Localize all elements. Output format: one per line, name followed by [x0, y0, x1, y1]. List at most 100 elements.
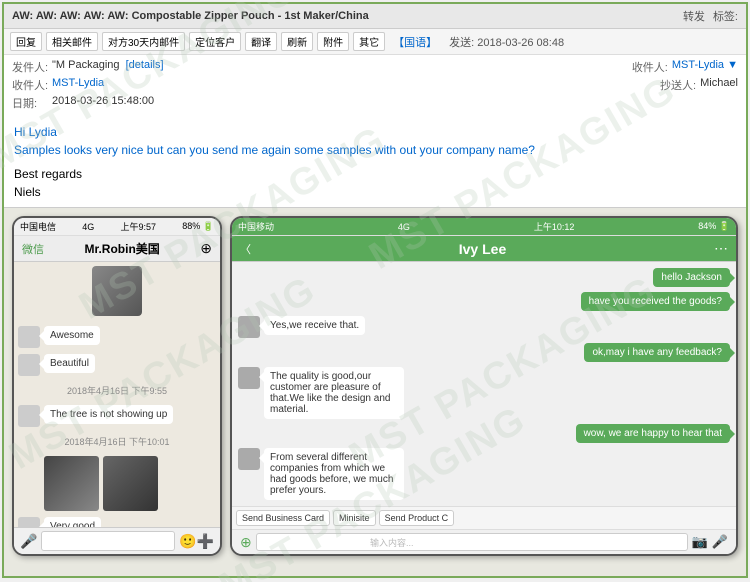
left-avatar-3 — [18, 405, 40, 427]
left-chat-body: Awesome Beautiful 2018年4月16日 下午9:55 The … — [14, 262, 220, 527]
right-avatar-3 — [238, 448, 260, 470]
email-subject: AW: AW: AW: AW: AW: Compostable Zipper P… — [12, 10, 369, 22]
more-button[interactable]: 其它 — [353, 32, 385, 51]
left-product-images — [44, 456, 216, 511]
date-row: 日期: 2018-03-26 15:48:00 — [12, 95, 738, 111]
left-bubble-1: Awesome — [44, 326, 100, 345]
email-toolbar: 回复 相关邮件 对方30天内邮件 定位客户 翻译 刷新 附件 其它 【国语】 发… — [4, 29, 746, 55]
right-net: 4G — [398, 222, 410, 232]
left-product-img-1 — [44, 456, 99, 511]
right-plus-icon[interactable]: ⊕ — [240, 534, 252, 551]
send-product-btn[interactable]: Send Product C — [379, 510, 455, 526]
right-camera-icon[interactable]: 📷 — [692, 534, 708, 550]
date-label: 日期: — [12, 95, 52, 111]
to-inline-label: 收件人: — [632, 59, 668, 75]
recipients-row: 收件人: MST-Lydia 抄送人: Michael — [12, 77, 738, 93]
phone-right: 中国移动 4G 上午10:12 84% 🔋 〈 Ivy Lee ⋯ hello … — [230, 216, 738, 556]
reply-button[interactable]: 回复 — [10, 32, 42, 51]
left-bubble-3: The tree is not showing up — [44, 405, 173, 424]
left-time: 上午9:57 — [120, 220, 156, 233]
right-msg-received: have you received the goods? — [238, 292, 730, 311]
left-product-img-2 — [103, 456, 158, 511]
left-msg-verygood: Very good — [18, 517, 216, 527]
right-carrier: 中国移动 — [238, 220, 274, 233]
right-quick-btns: Send Business Card Minisite Send Product… — [232, 506, 736, 529]
send-info: 发送: 2018-03-26 08:48 — [449, 34, 564, 50]
left-back-btn[interactable]: 微信 — [22, 241, 44, 257]
right-bubble-prefer: From several different companies from wh… — [264, 448, 404, 500]
cc-label: 抄送人: — [660, 77, 696, 93]
right-back-btn[interactable]: 〈 — [240, 241, 251, 257]
right-bubble-hello: hello Jackson — [653, 268, 730, 287]
phone-left: 中国电信 4G 上午9:57 88% 🔋 微信 Mr.Robin美国 ⊕ — [12, 216, 222, 556]
right-text-input[interactable] — [256, 533, 688, 551]
left-bubble-4: Very good — [44, 517, 101, 527]
body-content: Samples looks very nice but can you send… — [14, 141, 736, 159]
left-emoji-icon[interactable]: 🙂 — [179, 533, 196, 550]
tag-button[interactable]: 标签: — [713, 8, 738, 24]
left-contact-name: Mr.Robin美国 — [48, 240, 196, 257]
left-add-icon[interactable]: ➕ — [197, 533, 214, 550]
locate-button[interactable]: 定位客户 — [189, 32, 241, 51]
right-bubble-happy: wow, we are happy to hear that — [576, 424, 730, 443]
left-voice-icon[interactable]: 🎤 — [20, 533, 37, 550]
left-date-1: 2018年4月16日 下午9:55 — [18, 384, 216, 397]
left-msg-awesome: Awesome — [18, 326, 216, 348]
chat-section: 中国电信 4G 上午9:57 88% 🔋 微信 Mr.Robin美国 ⊕ — [4, 208, 746, 576]
right-time: 上午10:12 — [534, 220, 575, 233]
right-voice-input-icon[interactable]: 🎤 — [712, 534, 728, 550]
left-bubble-2: Beautiful — [44, 354, 95, 373]
right-chat-body: hello Jackson have you received the good… — [232, 262, 736, 506]
related-button[interactable]: 相关邮件 — [46, 32, 98, 51]
left-carrier: 中国电信 — [20, 220, 56, 233]
left-input-field[interactable] — [41, 531, 175, 551]
right-msg-prefer: From several different companies from wh… — [238, 448, 730, 500]
cc-value: Michael — [700, 77, 738, 89]
date-value: 2018-03-26 15:48:00 — [52, 95, 738, 107]
left-chat-header: 微信 Mr.Robin美国 ⊕ — [14, 236, 220, 262]
body-regards: Best regards — [14, 165, 736, 183]
left-profile-image — [92, 266, 142, 316]
right-bubble-quality: The quality is good,our customer are ple… — [264, 367, 404, 419]
right-msg-feedback: ok,may i have any feedback? — [238, 343, 730, 362]
left-date-2: 2018年4月16日 下午10:01 — [18, 435, 216, 448]
left-battery: 88% 🔋 — [182, 221, 214, 232]
to-label: 收件人: — [12, 77, 52, 93]
left-bottom-bar: 🎤 🙂 ➕ — [14, 527, 220, 554]
left-msg-tree: The tree is not showing up — [18, 405, 216, 427]
from-label: 发件人: — [12, 59, 52, 75]
right-msg-yes: Yes,we receive that. — [238, 316, 730, 338]
forward-button[interactable]: 转发 — [683, 8, 705, 24]
left-status-bar: 中国电信 4G 上午9:57 88% 🔋 — [14, 218, 220, 236]
reply30-button[interactable]: 对方30天内邮件 — [102, 32, 185, 51]
title-actions: 转发 标签: — [683, 8, 738, 24]
left-avatar-1 — [18, 326, 40, 348]
right-bubble-yes: Yes,we receive that. — [264, 316, 365, 335]
body-greeting: Hi Lydia — [14, 123, 736, 141]
translate-button[interactable]: 翻译 — [245, 32, 277, 51]
left-msg-beautiful: Beautiful — [18, 354, 216, 376]
right-msg-happy: wow, we are happy to hear that — [238, 424, 730, 443]
left-avatar-4 — [18, 517, 40, 527]
right-msg-hello: hello Jackson — [238, 268, 730, 287]
refresh-button[interactable]: 刷新 — [281, 32, 313, 51]
from-value: "M Packaging [details] — [52, 59, 612, 71]
left-net: 4G — [82, 222, 94, 232]
right-avatar-1 — [238, 316, 260, 338]
right-battery: 84% 🔋 — [698, 221, 730, 232]
left-avatar-2 — [18, 354, 40, 376]
send-business-card-btn[interactable]: Send Business Card — [236, 510, 330, 526]
right-bubble-feedback: ok,may i have any feedback? — [584, 343, 730, 362]
right-header-icon: ⋯ — [714, 240, 728, 257]
to-inline-value: MST-Lydia ▼ — [672, 59, 738, 71]
right-contact-name: Ivy Lee — [255, 241, 710, 257]
email-meta: 发件人: "M Packaging [details] 收件人: MST-Lyd… — [4, 55, 746, 117]
right-msg-quality: The quality is good,our customer are ple… — [238, 367, 730, 419]
to-value: MST-Lydia — [52, 77, 640, 89]
minisite-btn[interactable]: Minisite — [333, 510, 376, 526]
right-status-bar: 中国移动 4G 上午10:12 84% 🔋 — [232, 218, 736, 236]
body-signature: Niels — [14, 183, 736, 201]
right-input-area: ⊕ 输入内容... 📷 🎤 — [232, 529, 736, 554]
attachments-button[interactable]: 附件 — [317, 32, 349, 51]
right-bubble-received: have you received the goods? — [581, 292, 730, 311]
